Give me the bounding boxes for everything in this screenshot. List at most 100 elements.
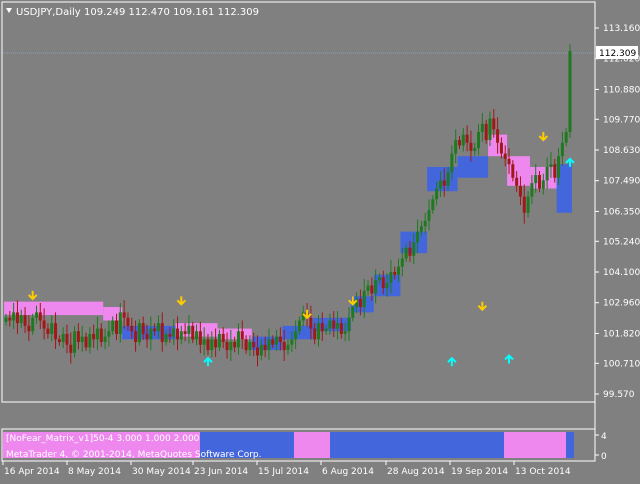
candle-body — [164, 333, 168, 343]
candle-body — [275, 336, 279, 345]
candle-body — [76, 331, 80, 343]
candle-body — [263, 344, 267, 351]
candle-body — [282, 342, 286, 351]
candle-body — [115, 320, 119, 334]
candle-body — [259, 344, 263, 356]
candle-body — [316, 323, 320, 340]
candle-body — [27, 325, 31, 332]
candle-body — [160, 323, 164, 343]
cloud-band — [122, 325, 176, 340]
date-tick-label: 28 Aug 2014 — [387, 467, 445, 477]
candle-body — [477, 131, 481, 149]
candle-body — [320, 323, 324, 332]
candle-body — [297, 320, 301, 332]
candle-body — [19, 315, 23, 324]
candle-body — [393, 272, 397, 275]
indicator-bar — [294, 432, 330, 458]
candle-body — [88, 333, 92, 348]
candle-body — [526, 196, 530, 213]
candle-body — [328, 320, 332, 329]
candle-body — [134, 331, 138, 343]
candle-body — [187, 325, 191, 334]
price-tick-label: 105.240 — [603, 237, 640, 247]
candle-body — [404, 247, 408, 259]
candle-body — [229, 342, 233, 351]
candle-body — [103, 336, 107, 343]
candle-body — [156, 323, 160, 332]
candle-body — [431, 199, 435, 211]
candle-body — [435, 188, 439, 200]
candle-body — [332, 320, 336, 329]
candle-body — [252, 342, 256, 348]
candle-body — [423, 220, 427, 227]
candle-body — [168, 333, 172, 337]
candle-body — [339, 323, 343, 334]
candle-body — [286, 344, 290, 351]
price-tick-label: 101.820 — [603, 329, 640, 339]
candle-body — [389, 272, 393, 283]
candle-body — [175, 328, 179, 340]
candle-body — [179, 331, 183, 340]
indicator-scale-bottom: 0 — [601, 452, 607, 462]
candle-body — [198, 331, 202, 345]
candle-body — [294, 331, 298, 340]
ohlc-label: 109.249 112.470 109.161 112.309 — [84, 7, 259, 18]
candle-body — [172, 328, 176, 337]
candle-body — [484, 123, 488, 141]
candle-body — [73, 331, 77, 353]
candle-body — [336, 323, 340, 329]
candle-body — [80, 336, 84, 343]
candle-body — [195, 331, 199, 340]
cloud-band — [282, 325, 313, 340]
candle-body — [126, 317, 130, 326]
candle-body — [111, 320, 115, 332]
candle-body — [92, 333, 96, 340]
candle-body — [488, 118, 492, 141]
candle-body — [309, 317, 313, 329]
candle-body — [381, 277, 385, 289]
candle-body — [347, 317, 351, 332]
candle-body — [469, 142, 473, 151]
candle-body — [511, 164, 515, 178]
date-tick-label: 23 Jun 2014 — [194, 467, 248, 477]
candle-body — [221, 333, 225, 343]
chart-window[interactable]: USDJPY,Daily 109.249 112.470 109.161 112… — [0, 0, 640, 480]
candle-body — [408, 247, 412, 256]
candle-body — [374, 280, 378, 294]
candle-body — [15, 312, 19, 324]
price-tick-label: 102.960 — [603, 299, 640, 309]
candle-body — [541, 180, 545, 189]
cloud-band — [350, 296, 374, 313]
candle-body — [427, 210, 431, 221]
candle-body — [31, 317, 35, 332]
candle-body — [446, 172, 450, 186]
candle-body — [492, 118, 496, 130]
candle-body — [366, 285, 370, 291]
date-tick-label: 13 Oct 2014 — [515, 467, 571, 477]
candle-body — [248, 342, 252, 351]
candle-body — [530, 183, 534, 197]
candle-body — [217, 333, 221, 348]
candle-body — [313, 328, 317, 340]
candle-body — [412, 242, 416, 256]
candle-body — [244, 339, 248, 351]
candle-body — [256, 347, 260, 356]
candle-body — [191, 325, 195, 340]
candle-body — [69, 344, 73, 353]
candle-body — [465, 134, 469, 143]
candle-body — [370, 285, 374, 294]
candle-body — [12, 312, 16, 321]
price-tick-label: 99.570 — [603, 390, 635, 400]
price-tick-label: 113.160 — [603, 24, 640, 34]
candle-body — [454, 140, 458, 154]
candle-body — [534, 175, 538, 184]
candle-body — [65, 333, 69, 345]
candle-body — [499, 142, 503, 154]
candle-body — [57, 339, 61, 343]
candle-body — [214, 339, 218, 348]
candle-body — [400, 258, 404, 267]
candle-body — [141, 323, 145, 334]
chart-background — [0, 0, 640, 480]
candle-body — [377, 277, 381, 281]
date-tick-label: 8 May 2014 — [68, 467, 121, 477]
